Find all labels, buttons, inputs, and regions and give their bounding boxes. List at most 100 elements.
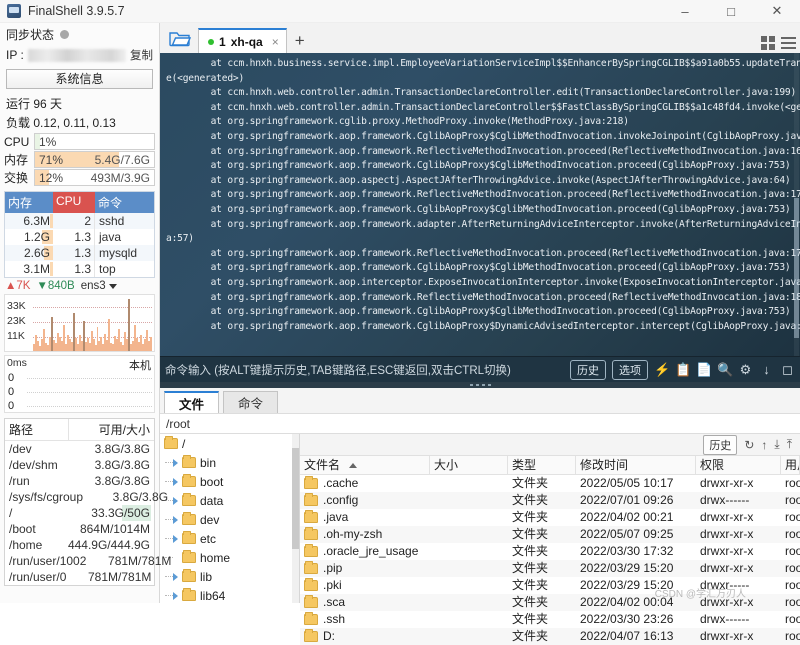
command-history-button[interactable]: 历史 <box>570 359 606 380</box>
tree-item-etc[interactable]: etc <box>160 529 299 548</box>
tree-item-lib64[interactable]: lib64 <box>160 586 299 603</box>
net-download-value: ▼840B <box>36 280 75 292</box>
tree-item-boot[interactable]: boot <box>160 472 299 491</box>
gear-icon[interactable]: ⚙ <box>738 362 753 378</box>
expand-arrow-icon[interactable] <box>173 477 178 486</box>
new-tab-button[interactable]: + <box>287 31 313 53</box>
tree-connector <box>165 519 173 520</box>
process-col-mem: 内存 <box>8 196 33 210</box>
grid-layout-icon[interactable] <box>761 36 775 50</box>
expand-arrow-icon[interactable] <box>173 515 178 524</box>
system-info-sidebar: 同步状态 IP : 复制 系统信息 运行 96 天 负载 0.12, 0.11,… <box>0 23 171 603</box>
tree-connector <box>165 538 173 539</box>
tree-item-label: bin <box>200 455 217 470</box>
column-header-size[interactable]: 大小 <box>430 455 508 475</box>
tree-item-[interactable]: / <box>160 434 299 453</box>
process-row[interactable]: 3.1M 1.3 top <box>5 261 154 277</box>
refresh-icon[interactable]: ↻ <box>744 438 754 452</box>
process-mem: 3.1M <box>5 261 53 277</box>
tab-commands[interactable]: 命令 <box>223 391 279 413</box>
tree-item-data[interactable]: data <box>160 491 299 510</box>
terminal-line: at ccm.hnxh.web.controller.admin.Transac… <box>166 101 800 113</box>
table-row[interactable]: D: 文件夹 2022/04/07 16:13 drwxr-xr-x root/root <box>300 628 800 645</box>
file-manager: 文件 命令 /root / bin boot data dev etc home lib lib… <box>160 388 800 645</box>
column-header-owner[interactable]: 用户/用户组 <box>781 455 800 475</box>
system-info-button[interactable]: 系统信息 <box>6 69 153 89</box>
table-row[interactable]: .config 文件夹 2022/07/01 09:26 drwx------ root… <box>300 492 800 509</box>
cell-owner: root/root <box>785 612 800 626</box>
column-header-permissions[interactable]: 权限 <box>696 455 781 475</box>
tab-session-xh-qa[interactable]: 1 xh-qa × <box>198 28 287 53</box>
cell-owner: root/root <box>785 561 800 575</box>
disk-size: 3.8G/3.8G <box>112 490 169 504</box>
network-interface-selector[interactable]: ens3 <box>81 280 117 292</box>
disk-row[interactable]: /run 3.8G/3.8G <box>5 473 154 489</box>
paste-icon[interactable]: 📄 <box>696 362 712 378</box>
tree-item-home[interactable]: home <box>160 548 299 567</box>
command-options-button[interactable]: 选项 <box>612 359 648 380</box>
table-row[interactable]: .ssh 文件夹 2022/03/30 23:26 drwx------ root/ro… <box>300 611 800 628</box>
table-row[interactable]: .pki 文件夹 2022/03/29 15:20 drwxr----- root/ro… <box>300 577 800 594</box>
cell-permissions: drwx------ <box>700 612 750 626</box>
terminal-output[interactable]: at ccm.hnxh.business.service.impl.Employ… <box>160 53 800 356</box>
tree-item-label: lib <box>200 569 213 584</box>
tree-item-bin[interactable]: bin <box>160 453 299 472</box>
tree-item-dev[interactable]: dev <box>160 510 299 529</box>
tab-close-icon[interactable]: × <box>272 35 279 49</box>
disk-row[interactable]: /run/user/0 781M/781M <box>5 569 154 585</box>
column-header-modified[interactable]: 修改时间 <box>576 455 696 475</box>
expand-arrow-icon[interactable] <box>173 591 178 600</box>
expand-arrow-icon[interactable] <box>173 458 178 467</box>
disk-row[interactable]: /sys/fs/cgroup 3.8G/3.8G <box>5 489 168 505</box>
up-icon[interactable]: ↑ <box>761 438 767 452</box>
meter-percent: 71% <box>39 153 64 167</box>
column-header-name[interactable]: 文件名 <box>300 455 430 475</box>
open-folder-icon[interactable] <box>166 24 194 52</box>
disk-row[interactable]: /run/user/1002 781M/781M <box>5 553 171 569</box>
command-input-placeholder[interactable]: 命令输入 (按ALT键提示历史,TAB键路径,ESC键返回,双击CTRL切换) <box>165 362 564 378</box>
minimize-button[interactable]: – <box>662 0 708 23</box>
copy-ip-button[interactable]: 复制 <box>130 47 153 63</box>
disk-row[interactable]: /dev/shm 3.8G/3.8G <box>5 457 154 473</box>
upload-icon[interactable]: ⤒ <box>787 437 792 452</box>
maximize-button[interactable]: □ <box>708 0 754 23</box>
disk-size: 3.8G/3.8G <box>94 474 150 488</box>
expand-arrow-icon[interactable] <box>173 572 178 581</box>
bolt-icon[interactable]: ⚡ <box>654 362 670 378</box>
close-button[interactable]: ✕ <box>754 0 800 23</box>
process-row[interactable]: 6.3M 2 sshd <box>5 213 154 229</box>
process-row[interactable]: 1.2G 1.3 java <box>5 229 154 245</box>
table-row[interactable]: .oh-my-zsh 文件夹 2022/05/07 09:25 drwxr-xr-x r… <box>300 526 800 543</box>
window-icon[interactable]: ◻ <box>780 362 795 378</box>
disk-size: 444.9G/444.9G <box>67 538 150 552</box>
table-row[interactable]: .pip 文件夹 2022/03/29 15:20 drwxr-xr-x root/ro… <box>300 560 800 577</box>
disk-row[interactable]: /dev 3.8G/3.8G <box>5 441 154 457</box>
tab-files[interactable]: 文件 <box>164 391 220 413</box>
tree-item-lib[interactable]: lib <box>160 567 299 586</box>
disk-row[interactable]: /boot 864M/1014M <box>5 521 154 537</box>
tree-scrollbar[interactable] <box>292 434 299 603</box>
copy-icon[interactable]: 📋 <box>675 362 691 378</box>
menu-hamburger-icon[interactable] <box>781 37 796 49</box>
search-icon[interactable]: 🔍 <box>717 362 733 378</box>
cell-size <box>430 611 508 628</box>
file-history-button[interactable]: 历史 <box>703 434 738 455</box>
download-icon[interactable]: ↓ <box>759 362 774 377</box>
table-row[interactable]: .oracle_jre_usage 文件夹 2022/03/30 17:32 drwx… <box>300 543 800 560</box>
command-input-bar[interactable]: 命令输入 (按ALT键提示历史,TAB键路径,ESC键返回,双击CTRL切换) … <box>160 356 800 382</box>
expand-arrow-icon[interactable] <box>173 496 178 505</box>
cell-permissions: drwxr-xr-x <box>700 561 754 575</box>
latency-graph: 0ms 本机 0 0 0 <box>4 355 155 413</box>
terminal-line: at org.springframework.aop.interceptor.E… <box>166 276 800 288</box>
terminal-scrollbar[interactable] <box>794 53 799 356</box>
expand-arrow-icon[interactable] <box>173 534 178 543</box>
disk-path: /dev <box>9 442 32 456</box>
disk-row[interactable]: /home 444.9G/444.9G <box>5 537 154 553</box>
table-row[interactable]: .cache 文件夹 2022/05/05 10:17 drwxr-xr-x root/… <box>300 475 800 492</box>
table-row[interactable]: .java 文件夹 2022/04/02 00:21 drwxr-xr-x root/r… <box>300 509 800 526</box>
process-row[interactable]: 2.6G 1.3 mysqld <box>5 245 154 261</box>
disk-row[interactable]: / 33.3G/50G <box>5 505 154 521</box>
path-bar[interactable]: /root <box>160 413 800 434</box>
column-header-type[interactable]: 类型 <box>508 455 576 475</box>
download-icon[interactable]: ⤓ <box>774 437 779 452</box>
